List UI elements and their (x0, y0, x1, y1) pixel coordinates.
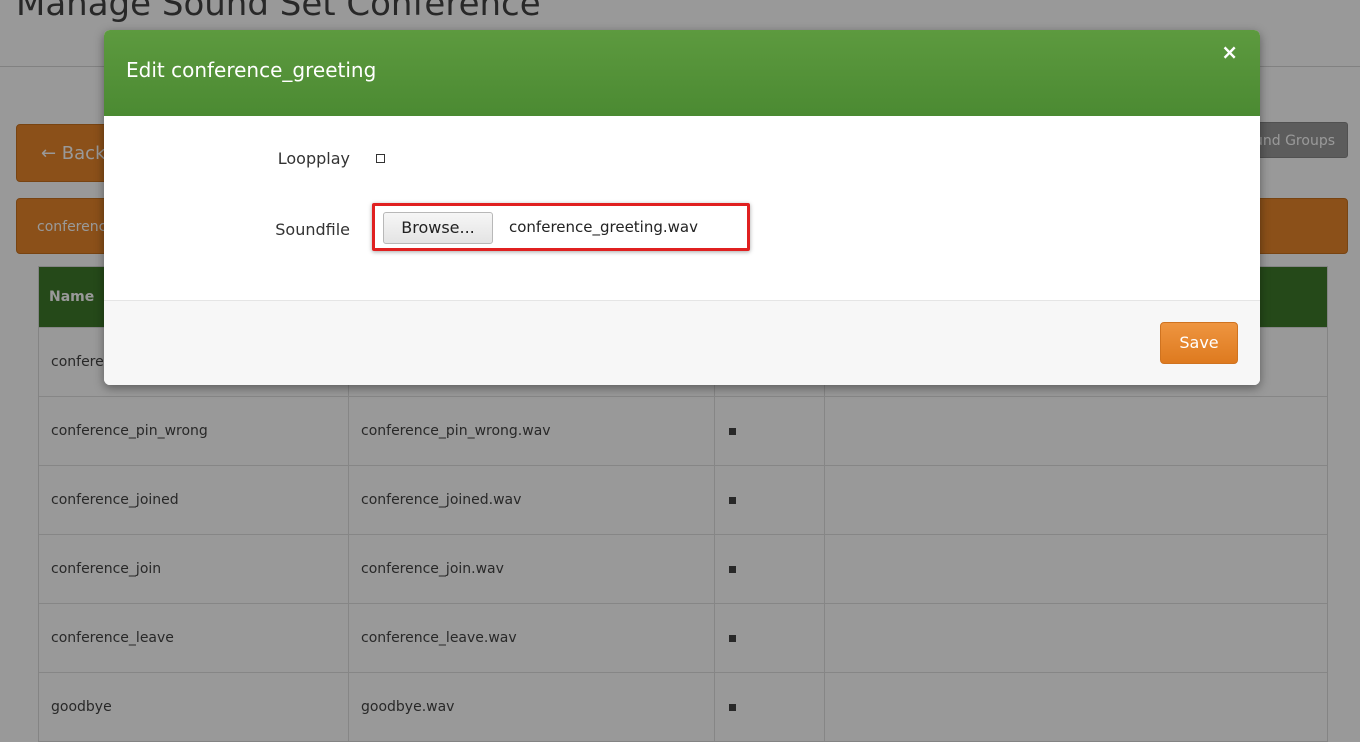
edit-sound-modal: Edit conference_greeting × Loopplay Soun… (104, 30, 1260, 385)
save-button[interactable]: Save (1160, 322, 1238, 364)
selected-file-name: conference_greeting.wav (509, 218, 698, 236)
soundfile-input[interactable]: Browse... conference_greeting.wav (372, 203, 750, 251)
modal-footer: Save (104, 301, 1260, 385)
modal-header: Edit conference_greeting × (104, 30, 1260, 116)
modal-title: Edit conference_greeting (126, 58, 377, 82)
soundfile-label: Soundfile (275, 220, 350, 239)
modal-body: Loopplay Soundfile Browse... conference_… (104, 116, 1260, 301)
close-icon[interactable]: × (1221, 40, 1238, 64)
loopplay-checkbox[interactable] (376, 154, 385, 163)
browse-button[interactable]: Browse... (383, 212, 493, 244)
loopplay-label: Loopplay (277, 149, 350, 168)
